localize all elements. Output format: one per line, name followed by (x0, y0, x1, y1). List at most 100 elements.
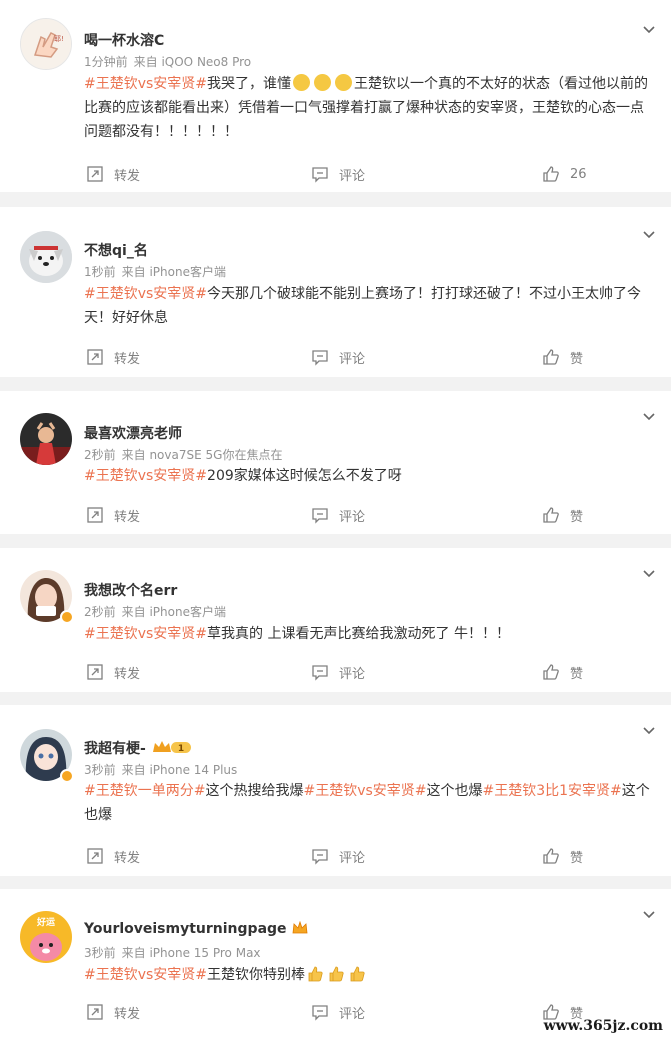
repost-button[interactable]: 转发 (86, 504, 140, 526)
topic-link[interactable]: #王楚钦vs安宰贤# (84, 286, 207, 302)
comment-button[interactable]: 评论 (311, 661, 365, 683)
post-meta: 1秒前 来自 iPhone客户端 (84, 263, 226, 280)
username[interactable]: 喝一杯水溶C (84, 30, 164, 50)
vip-crown-badge-icon: 1 (152, 741, 191, 754)
avatar[interactable] (20, 231, 72, 283)
post-text: #王楚钦vs安宰贤#王楚钦你特别棒 (84, 963, 656, 987)
action-bar: 转发 评论 26 (0, 163, 671, 185)
chevron-down-icon[interactable] (641, 22, 657, 38)
post-meta: 1分钟前 来自 iQOO Neo8 Pro (84, 53, 251, 70)
username[interactable]: 我想改个名err (84, 580, 177, 600)
repost-icon (87, 1004, 103, 1020)
timestamp: 3秒前 (84, 946, 116, 960)
comment-button[interactable]: 评论 (311, 1001, 365, 1023)
post-text: #王楚钦一单两分#这个热搜给我爆#王楚钦vs安宰贤#这个也爆#王楚钦3比1安宰贤… (84, 783, 650, 823)
avatar-lucky-text: 好运 (36, 916, 56, 928)
like-button[interactable]: 赞 (542, 346, 583, 368)
topic-link[interactable]: #王楚钦vs安宰贤# (84, 967, 207, 983)
post-meta: 2秒前 来自 iPhone客户端 (84, 603, 226, 620)
timestamp: 3秒前 (84, 763, 116, 777)
device-source: 来自 iPhone客户端 (121, 605, 226, 619)
post-card: 我想改个名err 2秒前 来自 iPhone客户端 #王楚钦vs安宰贤#草我真的 … (0, 548, 671, 692)
repost-icon (87, 507, 103, 523)
device-source: 来自 iPhone 15 Pro Max (121, 946, 261, 960)
action-bar: 转发 评论 赞 (0, 504, 671, 526)
verified-badge-icon (60, 610, 74, 624)
comment-icon (312, 350, 328, 366)
avatar[interactable]: 耶! (20, 18, 72, 70)
avatar[interactable]: 好运 (20, 911, 72, 963)
comment-icon (312, 167, 328, 183)
site-watermark: www.365jz.com (543, 1018, 663, 1034)
like-button[interactable]: 赞 (542, 845, 583, 867)
comment-button[interactable]: 评论 (311, 504, 365, 526)
thumbs-up-emoji-icon (329, 966, 344, 982)
topic-link[interactable]: #王楚钦vs安宰贤# (84, 76, 207, 92)
chevron-down-icon[interactable] (641, 566, 657, 582)
avatar-sticker-text: 耶! (54, 35, 64, 43)
post-card: 好运 Yourloveismyturningpage 3秒前 来自 iPhone … (0, 889, 671, 1038)
crying-emoji-icon (293, 74, 311, 91)
topic-link[interactable]: #王楚钦3比1安宰贤# (483, 783, 622, 799)
post-text: #王楚钦vs安宰贤#209家媒体这时候怎么不发了呀 (84, 468, 402, 484)
action-bar: 转发 评论 赞 (0, 661, 671, 683)
post-meta: 2秒前 来自 nova7SE 5G你在焦点在 (84, 446, 282, 463)
repost-icon (87, 848, 103, 864)
post-meta: 3秒前 来自 iPhone 15 Pro Max (84, 944, 261, 961)
repost-icon (87, 349, 103, 365)
thumbs-up-icon (543, 166, 559, 182)
device-source: 来自 iPhone客户端 (121, 265, 226, 279)
thumbs-up-icon (543, 507, 559, 523)
post-meta: 3秒前 来自 iPhone 14 Plus (84, 761, 237, 778)
like-count: 26 (570, 166, 587, 182)
action-bar: 转发 评论 赞 (0, 845, 671, 867)
topic-link[interactable]: #王楚钦vs安宰贤# (303, 783, 426, 799)
topic-link[interactable]: #王楚钦vs安宰贤# (84, 468, 207, 484)
comment-icon (312, 1005, 328, 1021)
post-text: #王楚钦vs安宰贤#草我真的 上课看无声比赛给我激动死了 牛！！！ (84, 626, 510, 642)
like-button[interactable]: 赞 (542, 504, 583, 526)
thumbs-up-emoji-icon (350, 966, 365, 982)
repost-button[interactable]: 转发 (86, 661, 140, 683)
device-source: 来自 iPhone 14 Plus (121, 763, 238, 777)
timestamp: 2秒前 (84, 448, 116, 462)
thumbs-up-emoji-icon (308, 966, 323, 982)
post-card: 耶! 喝一杯水溶C 1分钟前 来自 iQOO Neo8 Pro #王楚钦vs安宰贤… (0, 0, 671, 192)
thumbs-up-icon (543, 664, 559, 680)
repost-icon (87, 664, 103, 680)
comment-button[interactable]: 评论 (311, 845, 365, 867)
username[interactable]: 最喜欢漂亮老师 (84, 423, 182, 443)
timestamp: 1秒前 (84, 265, 116, 279)
vip-level: 1 (178, 744, 184, 754)
repost-button[interactable]: 转发 (86, 163, 140, 185)
crying-emoji-icon (314, 74, 332, 91)
weibo-comment-feed: 耶! 喝一杯水溶C 1分钟前 来自 iQOO Neo8 Pro #王楚钦vs安宰贤… (0, 0, 671, 1038)
like-button[interactable]: 赞 (542, 661, 583, 683)
like-button[interactable]: 26 (542, 163, 587, 185)
verified-badge-icon (60, 769, 74, 783)
chevron-down-icon[interactable] (641, 227, 657, 243)
timestamp: 1分钟前 (84, 55, 128, 69)
chevron-down-icon[interactable] (641, 723, 657, 739)
chevron-down-icon[interactable] (641, 907, 657, 923)
repost-button[interactable]: 转发 (86, 346, 140, 368)
username[interactable]: 我超有梗- (84, 741, 146, 757)
thumbs-up-icon (543, 848, 559, 864)
chevron-down-icon[interactable] (641, 409, 657, 425)
device-source: 来自 iQOO Neo8 Pro (133, 55, 252, 69)
comment-button[interactable]: 评论 (311, 346, 365, 368)
topic-link[interactable]: #王楚钦一单两分# (84, 783, 205, 799)
repost-button[interactable]: 转发 (86, 845, 140, 867)
action-bar: 转发 评论 赞 (0, 346, 671, 368)
post-card: 我超有梗- 1 3秒前 来自 iPhone 14 Plus #王楚钦一单两分#这个… (0, 705, 671, 876)
crying-emoji-icon (335, 74, 353, 91)
thumbs-up-icon (543, 349, 559, 365)
username[interactable]: Yourloveismyturningpage (84, 921, 287, 937)
topic-link[interactable]: #王楚钦vs安宰贤# (84, 626, 207, 642)
repost-button[interactable]: 转发 (86, 1001, 140, 1023)
username[interactable]: 不想qi_名 (84, 240, 148, 260)
comment-button[interactable]: 评论 (311, 163, 365, 185)
post-card: 最喜欢漂亮老师 2秒前 来自 nova7SE 5G你在焦点在 #王楚钦vs安宰贤#… (0, 391, 671, 534)
avatar[interactable] (20, 413, 72, 465)
repost-icon (87, 166, 103, 182)
